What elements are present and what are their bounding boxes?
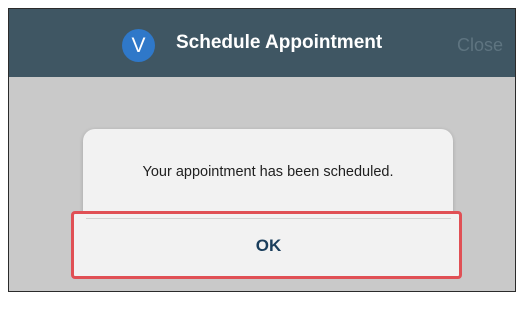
app-logo: V [122, 29, 155, 62]
page-title: Schedule Appointment [176, 32, 383, 53]
ok-button-highlight: OK [71, 211, 462, 279]
ok-button[interactable]: OK [86, 218, 451, 273]
header-bar: V Schedule Appointment Close [9, 9, 515, 77]
close-button[interactable]: Close [457, 35, 503, 56]
dialog-message: Your appointment has been scheduled. [142, 164, 394, 180]
app-window: V Schedule Appointment Close Your appoin… [8, 8, 516, 292]
